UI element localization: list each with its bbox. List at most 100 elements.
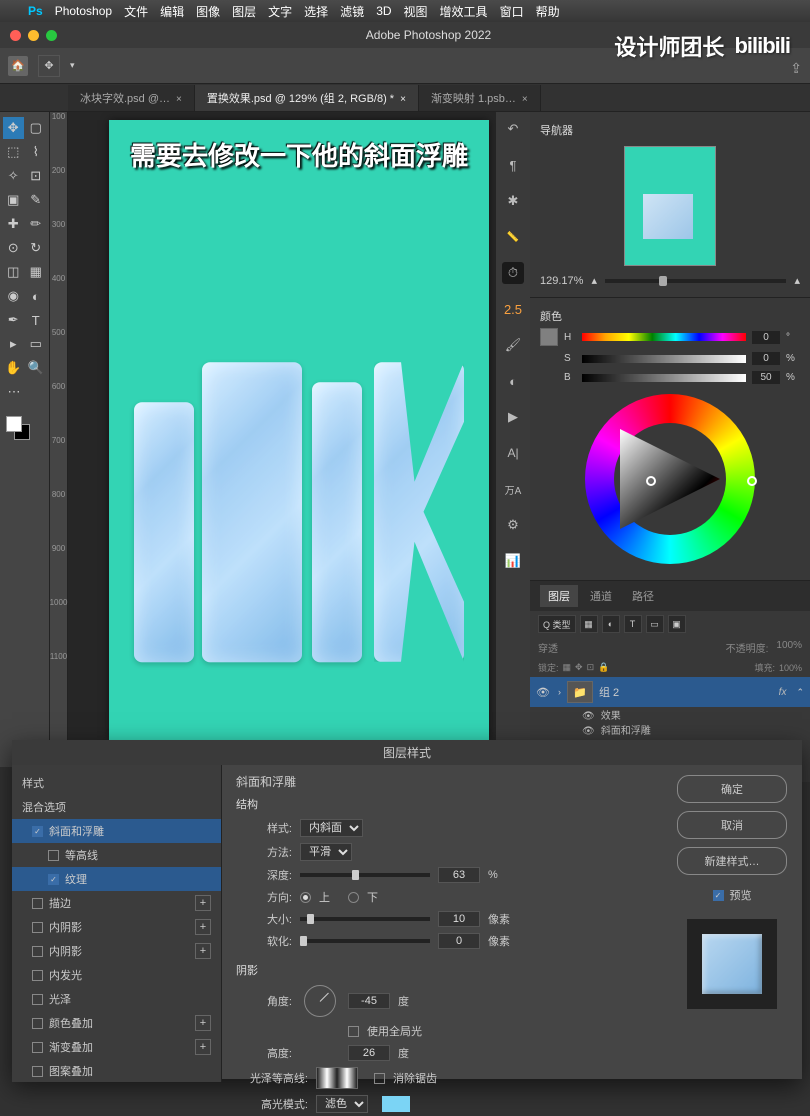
style-inner-shadow-2[interactable]: 内阴影+ — [12, 939, 221, 963]
move-tool[interactable]: ✥ — [3, 117, 24, 139]
gloss-contour-picker[interactable] — [316, 1067, 358, 1089]
brushes-panel-icon[interactable]: 🖌 — [502, 334, 524, 356]
preview-checkbox[interactable]: ✓ — [713, 890, 724, 901]
paragraph-panel-icon[interactable]: ¶ — [502, 154, 524, 176]
menu-select[interactable]: 选择 — [304, 3, 328, 20]
style-select[interactable]: 内斜面 — [300, 819, 363, 837]
highlight-mode-select[interactable]: 滤色 — [316, 1095, 368, 1113]
menu-layer[interactable]: 图层 — [232, 3, 256, 20]
color-swatch[interactable] — [540, 328, 558, 346]
crop-tool[interactable]: ⊡ — [26, 165, 47, 187]
marquee-tool[interactable]: ⬚ — [3, 141, 24, 163]
adjust-panel-icon[interactable]: ◐ — [502, 370, 524, 392]
highlight-color-swatch[interactable] — [382, 1096, 410, 1112]
style-inner-shadow[interactable]: 内阴影+ — [12, 915, 221, 939]
technique-select[interactable]: 平滑 — [300, 843, 352, 861]
doc-tab-2[interactable]: 渐变映射 1.psb…× — [419, 85, 541, 111]
layer-row-group2[interactable]: 👁 › 📁 组 2 fx ⌃ — [530, 677, 810, 707]
shape-tool[interactable]: ▭ — [26, 333, 47, 355]
style-bevel[interactable]: ✓斜面和浮雕 — [12, 819, 221, 843]
type-tool[interactable]: T — [26, 309, 47, 331]
document-canvas[interactable] — [109, 120, 489, 740]
menu-view[interactable]: 视图 — [404, 3, 428, 20]
blur-tool[interactable]: ◉ — [3, 285, 24, 307]
ok-button[interactable]: 确定 — [677, 775, 787, 803]
menu-app[interactable]: Photoshop — [55, 4, 112, 18]
soften-slider[interactable] — [300, 939, 430, 943]
checkbox-icon[interactable] — [32, 1042, 43, 1053]
filter-pixel-icon[interactable]: ▦ — [580, 615, 598, 633]
add-icon[interactable]: + — [195, 919, 211, 935]
home-icon[interactable]: 🏠 — [8, 56, 28, 76]
visibility-icon[interactable]: 👁 — [536, 686, 552, 699]
dodge-tool[interactable]: ◐ — [26, 285, 47, 307]
close-icon[interactable]: × — [176, 94, 182, 105]
hue-slider[interactable] — [582, 333, 746, 341]
altitude-input[interactable] — [348, 1045, 390, 1061]
lock-pixels-icon[interactable]: ▦ — [563, 662, 572, 673]
brightness-slider[interactable] — [582, 374, 746, 382]
tool-dropdown-icon[interactable]: ▾ — [70, 60, 75, 71]
color-wheel[interactable] — [585, 394, 755, 564]
play-panel-icon[interactable]: ▶ — [502, 406, 524, 428]
tab-layers[interactable]: 图层 — [540, 585, 578, 607]
angle-input[interactable] — [348, 993, 390, 1009]
size-input[interactable] — [438, 911, 480, 927]
share-icon[interactable]: ⇪ — [790, 60, 802, 77]
glyphs-panel-icon[interactable]: 万A — [502, 478, 524, 500]
path-select-tool[interactable]: ▸ — [3, 333, 24, 355]
loading-icon[interactable]: ✱ — [502, 190, 524, 212]
checkbox-icon[interactable] — [32, 922, 43, 933]
pen-tool[interactable]: ✒ — [3, 309, 24, 331]
history-panel-icon[interactable]: ↶ — [502, 118, 524, 140]
lock-all-icon[interactable]: 🔒 — [598, 662, 609, 673]
style-gradient-overlay[interactable]: 渐变叠加+ — [12, 1035, 221, 1059]
chevron-down-icon[interactable]: ⌃ — [796, 687, 804, 698]
artboard-tool[interactable]: ▢ — [26, 117, 47, 139]
filter-kind[interactable]: Q 类型 — [538, 615, 576, 633]
checkbox-icon[interactable] — [32, 898, 43, 909]
filter-smart-icon[interactable]: ▣ — [668, 615, 686, 633]
checkbox-icon[interactable] — [48, 850, 59, 861]
menu-edit[interactable]: 编辑 — [160, 3, 184, 20]
history-brush-tool[interactable]: ↻ — [26, 237, 47, 259]
navigator-thumbnail[interactable] — [624, 146, 716, 266]
cancel-button[interactable]: 取消 — [677, 811, 787, 839]
saturation-value[interactable]: 0 — [752, 352, 780, 365]
style-contour[interactable]: 等高线 — [12, 843, 221, 867]
depth-input[interactable] — [438, 867, 480, 883]
menu-image[interactable]: 图像 — [196, 3, 220, 20]
fill-value[interactable]: 100% — [779, 663, 802, 673]
filter-type-icon[interactable]: T — [624, 615, 642, 633]
checkbox-icon[interactable] — [32, 1018, 43, 1029]
menu-file[interactable]: 文件 — [124, 3, 148, 20]
zoom-out-icon[interactable]: ▴ — [591, 274, 597, 287]
ruler-panel-icon[interactable]: 📏 — [502, 226, 524, 248]
edit-toolbar[interactable]: ⋯ — [3, 381, 25, 403]
histogram-panel-icon[interactable]: 📊 — [502, 550, 524, 572]
frame-tool[interactable]: ▣ — [3, 189, 24, 211]
menu-plugins[interactable]: 增效工具 — [440, 3, 488, 20]
traffic-lights[interactable] — [10, 30, 57, 41]
doc-tab-0[interactable]: 冰块字效.psd @…× — [68, 85, 195, 111]
checkbox-icon[interactable]: ✓ — [32, 826, 43, 837]
blending-options[interactable]: 混合选项 — [12, 795, 221, 819]
zoom-in-icon[interactable]: ▴ — [794, 274, 800, 287]
new-style-button[interactable]: 新建样式… — [677, 847, 787, 875]
close-icon[interactable]: × — [400, 94, 406, 105]
menu-3d[interactable]: 3D — [376, 4, 391, 18]
move-tool-icon[interactable]: ✥ — [38, 55, 60, 77]
style-inner-glow[interactable]: 内发光 — [12, 963, 221, 987]
lasso-tool[interactable]: ⌇ — [26, 141, 47, 163]
style-pattern-overlay[interactable]: 图案叠加 — [12, 1059, 221, 1083]
filter-adjust-icon[interactable]: ◐ — [602, 615, 620, 633]
menu-help[interactable]: 帮助 — [536, 3, 560, 20]
layer-effect-bevel[interactable]: 👁斜面和浮雕 — [530, 722, 810, 737]
hue-value[interactable]: 0 — [752, 331, 780, 344]
checkbox-icon[interactable] — [32, 946, 43, 957]
soften-input[interactable] — [438, 933, 480, 949]
size-slider[interactable] — [300, 917, 430, 921]
direction-up-radio[interactable] — [300, 892, 311, 903]
styles-header[interactable]: 样式 — [12, 771, 221, 795]
zoom-slider[interactable] — [605, 279, 787, 283]
